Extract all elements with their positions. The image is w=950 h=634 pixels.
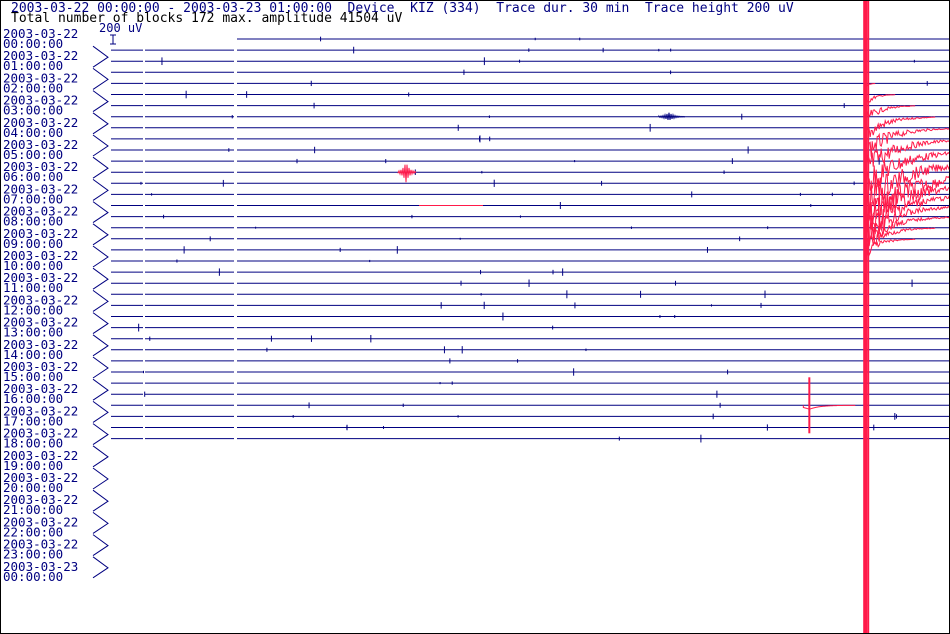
hour-marker	[92, 556, 109, 579]
hour-marker	[92, 445, 109, 468]
event-coda	[864, 216, 949, 247]
event-arrival	[397, 164, 417, 183]
hour-marker	[92, 156, 109, 179]
hour-marker	[92, 511, 109, 534]
event-coda	[864, 116, 936, 138]
hour-marker	[92, 467, 109, 490]
hour-marker	[92, 67, 109, 90]
secondary-event-coda	[802, 404, 856, 410]
hour-marker	[92, 423, 109, 446]
hour-marker	[92, 534, 109, 557]
event-coda	[864, 94, 896, 106]
hour-marker	[92, 45, 109, 68]
hour-marker	[92, 378, 109, 401]
hour-marker	[92, 356, 109, 379]
hour-marker	[92, 267, 109, 290]
hour-marker	[92, 245, 109, 268]
hour-marker	[92, 223, 109, 246]
hour-marker	[92, 134, 109, 157]
hour-marker	[92, 489, 109, 512]
hour-marker	[92, 201, 109, 224]
hour-marker	[92, 400, 109, 423]
hour-marker	[92, 112, 109, 135]
hour-marker	[92, 289, 109, 312]
hour-marker	[92, 334, 109, 357]
tick-label-time: 00:00:00	[3, 569, 63, 584]
event-coda	[864, 105, 916, 123]
hour-marker	[92, 90, 109, 113]
helicorder-plot: 2003-03-2200:00:002003-03-2201:00:002003…	[3, 1, 949, 633]
helicorder-window: 2003-03-22 00:00:00 - 2003-03-23 01:00:0…	[0, 0, 950, 634]
hour-marker	[92, 178, 109, 201]
hour-marker	[92, 312, 109, 335]
